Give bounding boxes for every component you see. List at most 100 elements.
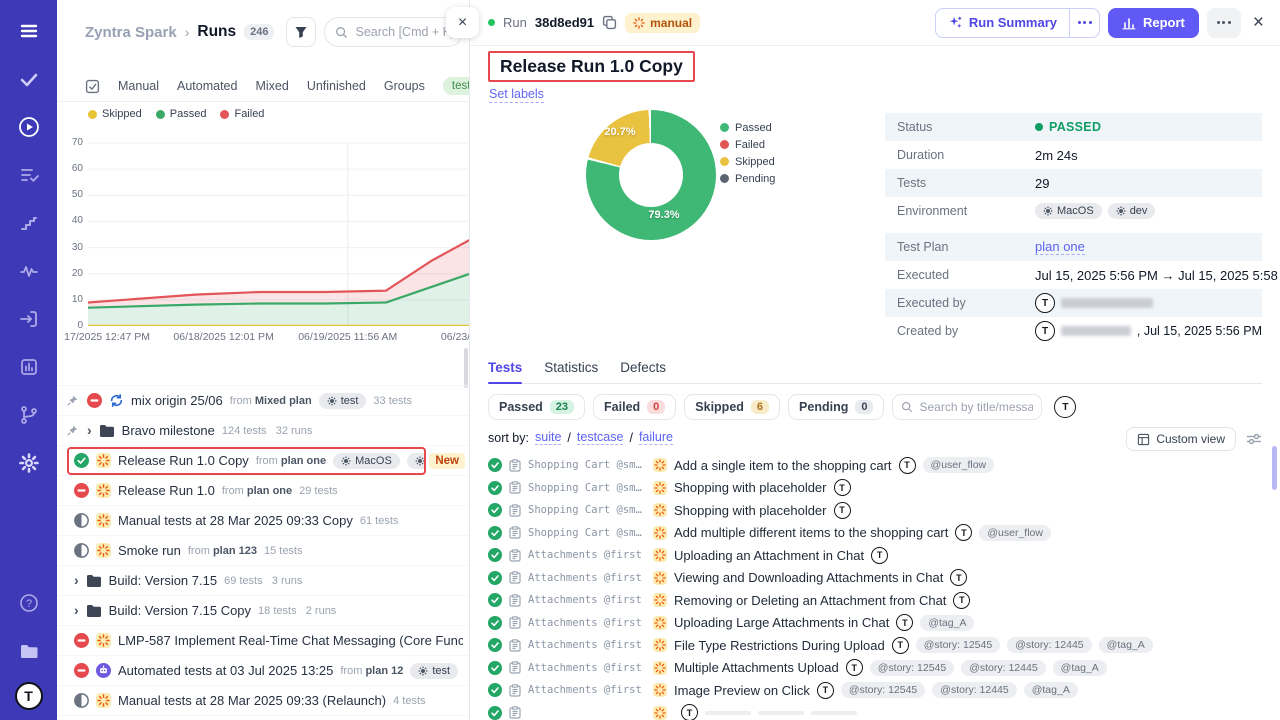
test-row[interactable]: Attachments @first Removing or Deleting …: [488, 589, 1270, 612]
left-scrollbar-thumb[interactable]: [464, 348, 468, 388]
run-row[interactable]: › Build: Version 7.15 69 tests 3 runs: [57, 566, 469, 596]
assignee-filter-avatar[interactable]: T: [1054, 396, 1076, 418]
run-summary-button[interactable]: Run Summary: [935, 8, 1070, 38]
run-row[interactable]: › Build: Version 7.15 Copy 18 tests 2 ru…: [57, 596, 469, 626]
tab-mixed[interactable]: Mixed: [255, 79, 288, 93]
run-title[interactable]: mix origin 25/06: [131, 393, 223, 408]
filter-failed-button[interactable]: Failed0: [593, 394, 676, 420]
tab-automated[interactable]: Automated: [177, 79, 237, 93]
tests-search-input[interactable]: [919, 400, 1033, 414]
check-icon[interactable]: [12, 62, 46, 96]
run-summary-more-button[interactable]: [1070, 8, 1100, 38]
run-row[interactable]: LMP-587 Implement Real-Time Chat Messagi…: [57, 626, 469, 656]
test-row[interactable]: Shopping Cart @sm… Add a single item to …: [488, 454, 1270, 477]
test-row[interactable]: Shopping Cart @sm… Add multiple differen…: [488, 522, 1270, 545]
run-title[interactable]: Manual tests at 28 Mar 2025 09:33 (Relau…: [118, 693, 386, 708]
play-circle-icon[interactable]: [12, 110, 46, 144]
help-icon[interactable]: ?: [12, 586, 46, 620]
filter-button[interactable]: [286, 17, 316, 47]
filter-pending-button[interactable]: Pending0: [788, 394, 884, 420]
pulse-icon[interactable]: [12, 254, 46, 288]
test-title[interactable]: Removing or Deleting an Attachment from …: [674, 593, 946, 608]
tab-unfinished[interactable]: Unfinished: [307, 79, 366, 93]
edit-list-icon[interactable]: [85, 79, 100, 94]
view-settings-icon[interactable]: [1246, 432, 1262, 446]
list-check-icon[interactable]: [12, 158, 46, 192]
sort-by-failure-link[interactable]: failure: [639, 430, 673, 445]
runs-search-input[interactable]: [355, 25, 452, 39]
run-row[interactable]: Release Run 1.0 Copy from plan one MacOS…: [57, 446, 469, 476]
test-row[interactable]: Attachments @first Uploading an Attachme…: [488, 544, 1270, 567]
set-labels-link[interactable]: Set labels: [489, 87, 544, 103]
logo-avatar[interactable]: T: [15, 682, 43, 710]
sort-by-testcase-link[interactable]: testcase: [577, 430, 624, 445]
tab-manual[interactable]: Manual: [118, 79, 159, 93]
copy-icon[interactable]: [602, 15, 617, 30]
test-row[interactable]: Attachments @first Viewing and Downloadi…: [488, 567, 1270, 590]
run-row[interactable]: mix origin 25/06 from Mixed plan test 33…: [57, 386, 469, 416]
test-title[interactable]: File Type Restrictions During Upload: [674, 638, 885, 653]
branch-icon[interactable]: [12, 398, 46, 432]
run-plan-link[interactable]: plan 123: [213, 545, 257, 557]
run-title[interactable]: Smoke run: [118, 543, 181, 558]
tests-search[interactable]: [892, 394, 1042, 420]
tag-filter-pill[interactable]: test: [443, 77, 469, 95]
test-row[interactable]: T: [488, 702, 1270, 720]
test-row[interactable]: Attachments @first File Type Restriction…: [488, 634, 1270, 657]
run-row[interactable]: Automated tests at 03 Jul 2025 13:25 fro…: [57, 656, 469, 686]
chevron-right-icon[interactable]: ›: [74, 603, 79, 617]
chevron-right-icon[interactable]: ›: [87, 423, 92, 437]
tab-tests[interactable]: Tests: [488, 360, 522, 383]
test-title[interactable]: Shopping with placeholder: [674, 480, 827, 495]
sort-by-suite-link[interactable]: suite: [535, 430, 561, 445]
filter-passed-button[interactable]: Passed23: [488, 394, 585, 420]
run-plan-link[interactable]: Mixed plan: [255, 395, 312, 407]
test-title[interactable]: Viewing and Downloading Attachments in C…: [674, 570, 943, 585]
test-row[interactable]: Shopping Cart @sm… Shopping with placeho…: [488, 477, 1270, 500]
run-title[interactable]: Release Run 1.0: [118, 483, 215, 498]
folders-icon[interactable]: [12, 634, 46, 668]
report-button[interactable]: Report: [1108, 8, 1199, 38]
menu-icon[interactable]: [12, 14, 46, 48]
run-title[interactable]: Bravo milestone: [122, 423, 215, 438]
test-title[interactable]: Uploading an Attachment in Chat: [674, 548, 864, 563]
steps-icon[interactable]: [12, 206, 46, 240]
test-row[interactable]: Shopping Cart @sm… Shopping with placeho…: [488, 499, 1270, 522]
run-row[interactable]: Manual tests at 28 Mar 2025 09:33 Copy 6…: [57, 506, 469, 536]
bar-chart-icon[interactable]: [12, 350, 46, 384]
test-title[interactable]: Add multiple different items to the shop…: [674, 525, 948, 540]
import-icon[interactable]: [12, 302, 46, 336]
run-title[interactable]: Automated tests at 03 Jul 2025 13:25: [118, 663, 333, 678]
close-detail-button[interactable]: ×: [1253, 13, 1264, 32]
chevron-right-icon[interactable]: ›: [74, 573, 79, 587]
run-title[interactable]: Manual tests at 28 Mar 2025 09:33 Copy: [118, 513, 353, 528]
gear-icon[interactable]: [12, 446, 46, 480]
run-plan-link[interactable]: plan one: [247, 485, 292, 497]
run-row[interactable]: Release Run 1.0 from plan one 29 tests: [57, 476, 469, 506]
close-panel-button[interactable]: ×: [446, 7, 479, 38]
test-row[interactable]: Attachments @first Uploading Large Attac…: [488, 612, 1270, 635]
test-title[interactable]: Image Preview on Click: [674, 683, 810, 698]
run-row[interactable]: › Bravo milestone 124 tests 32 runs: [57, 416, 469, 446]
tab-groups[interactable]: Groups: [384, 79, 425, 93]
run-title[interactable]: Build: Version 7.15 Copy: [109, 603, 251, 618]
test-plan-link[interactable]: plan one: [1035, 239, 1085, 255]
run-plan-link[interactable]: plan 12: [365, 665, 403, 677]
run-row[interactable]: Manual tests at 28 Mar 2025 09:33 (Relau…: [57, 686, 469, 716]
test-title[interactable]: Multiple Attachments Upload: [674, 660, 839, 675]
more-actions-button[interactable]: [1207, 8, 1241, 38]
run-row[interactable]: Smoke run from plan 123 15 tests: [57, 536, 469, 566]
custom-view-button[interactable]: Custom view: [1126, 427, 1236, 451]
run-title[interactable]: Release Run 1.0 Copy: [118, 453, 249, 468]
test-title[interactable]: Uploading Large Attachments in Chat: [674, 615, 889, 630]
tab-defects[interactable]: Defects: [620, 360, 666, 383]
breadcrumb-project[interactable]: Zyntra Spark: [85, 24, 177, 41]
test-title[interactable]: Shopping with placeholder: [674, 503, 827, 518]
run-plan-link[interactable]: plan one: [281, 455, 326, 467]
test-row[interactable]: Attachments @first Multiple Attachments …: [488, 657, 1270, 680]
runs-search[interactable]: [324, 17, 463, 47]
run-title[interactable]: LMP-587 Implement Real-Time Chat Messagi…: [118, 633, 465, 648]
right-scrollbar-thumb[interactable]: [1272, 446, 1277, 490]
filter-skipped-button[interactable]: Skipped6: [684, 394, 780, 420]
tab-statistics[interactable]: Statistics: [544, 360, 598, 383]
